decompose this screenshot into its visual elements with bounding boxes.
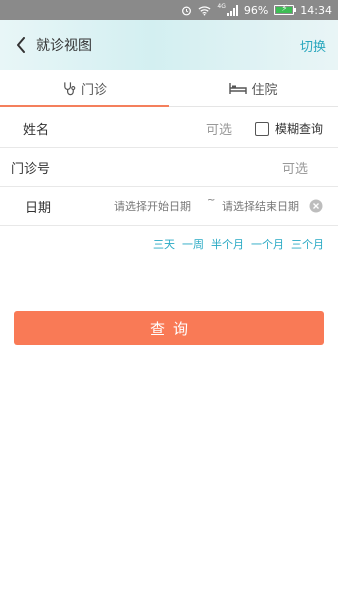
alarm-icon bbox=[181, 5, 192, 16]
date-label: 日期 bbox=[25, 200, 52, 216]
tab-outpatient[interactable]: 门诊 bbox=[0, 70, 169, 107]
status-bar: 4G 96% ⚡ 14:34 bbox=[0, 0, 338, 20]
page-title: 就诊视图 bbox=[36, 38, 92, 54]
fuzzy-search-label: 模糊查询 bbox=[275, 122, 324, 136]
clinic-number-input[interactable]: 可选 bbox=[282, 158, 308, 177]
quick-range-links: 三天 一周 半个月 一个月 三个月 bbox=[153, 236, 324, 252]
date-range-separator: ~ bbox=[207, 195, 216, 206]
range-one-week[interactable]: 一周 bbox=[182, 236, 204, 252]
range-half-month[interactable]: 半个月 bbox=[211, 236, 244, 252]
bed-icon bbox=[229, 82, 248, 95]
switch-button[interactable]: 切换 bbox=[300, 36, 326, 55]
clock: 14:34 bbox=[300, 3, 332, 17]
tab-outpatient-label: 门诊 bbox=[80, 82, 107, 98]
range-three-months[interactable]: 三个月 bbox=[291, 236, 324, 252]
battery-icon: ⚡ bbox=[274, 4, 297, 15]
range-one-month[interactable]: 一个月 bbox=[251, 236, 284, 252]
fuzzy-search-toggle[interactable]: 模糊查询 bbox=[255, 120, 323, 137]
clinic-number-label: 门诊号 bbox=[11, 161, 51, 177]
end-date-input[interactable]: 请选择结束日期 bbox=[222, 198, 299, 214]
date-row: 日期 请选择开始日期 ~ 请选择结束日期 bbox=[0, 187, 338, 226]
fuzzy-search-checkbox[interactable] bbox=[255, 121, 269, 136]
tab-inpatient-label: 住院 bbox=[251, 82, 278, 98]
stethoscope-icon bbox=[62, 81, 77, 96]
back-arrow-icon[interactable] bbox=[6, 20, 36, 70]
name-row: 姓名 可选 模糊查询 bbox=[0, 109, 338, 148]
clinic-number-row: 门诊号 可选 bbox=[0, 148, 338, 187]
network-type-label: 4G bbox=[217, 2, 226, 10]
tab-inpatient[interactable]: 住院 bbox=[169, 70, 338, 106]
cellular-signal-icon: 4G bbox=[217, 2, 238, 16]
wifi-icon bbox=[198, 5, 211, 16]
start-date-input[interactable]: 请选择开始日期 bbox=[114, 198, 191, 214]
query-button[interactable]: 查询 bbox=[14, 311, 324, 345]
name-input[interactable]: 可选 bbox=[206, 119, 232, 138]
battery-percent: 96% bbox=[243, 3, 269, 17]
name-label: 姓名 bbox=[23, 122, 50, 138]
header: 就诊视图 切换 bbox=[0, 20, 338, 70]
tab-bar: 门诊 住院 bbox=[0, 70, 338, 107]
range-three-days[interactable]: 三天 bbox=[153, 236, 175, 252]
clear-date-icon[interactable] bbox=[309, 199, 323, 213]
